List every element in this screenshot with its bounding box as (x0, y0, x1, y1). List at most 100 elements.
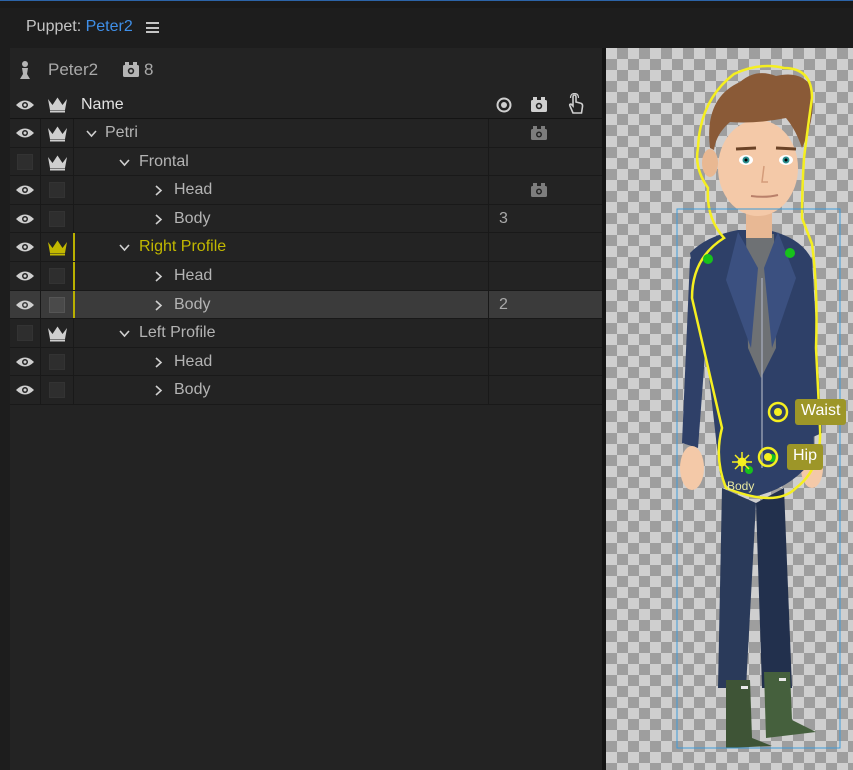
layer-row-frontal-head[interactable]: Head (10, 176, 602, 205)
panel-tab-bar: Puppet: Peter2 (0, 8, 853, 48)
crown-icon-active[interactable] (47, 239, 68, 256)
crown-toggle-off[interactable] (49, 267, 65, 284)
chevron-right-icon[interactable] (153, 214, 164, 225)
chevron-down-icon[interactable] (119, 328, 130, 339)
visibility-toggle-off[interactable] (17, 153, 33, 170)
layer-row-right-profile-head[interactable]: Head (10, 261, 602, 291)
pawn-icon (20, 61, 30, 79)
eye-icon[interactable] (15, 241, 35, 253)
puppet-panel: Peter2 8 Name Petri Frontal Head Body 3 … (10, 48, 602, 770)
crown-toggle-off[interactable] (49, 353, 65, 370)
crown-toggle-off[interactable] (49, 382, 65, 399)
crown-cell (41, 376, 74, 404)
target-column-icon[interactable] (496, 97, 512, 113)
behavior-column-icon[interactable] (530, 96, 548, 113)
behavior-icon (531, 183, 547, 198)
layer-label: Petri (105, 124, 138, 141)
puppet-name: Peter2 (48, 60, 99, 79)
layer-label: Right Profile (139, 238, 227, 256)
name-cell: Petri (74, 119, 489, 147)
eye-icon[interactable] (15, 213, 35, 225)
name-cell: Left Profile (74, 319, 489, 347)
visibility-cell (10, 376, 41, 404)
name-cell: Head (74, 261, 489, 290)
value-cell (489, 262, 602, 290)
value-cell (489, 348, 602, 376)
visibility-cell (10, 233, 41, 261)
tab-puppet-name: Peter2 (85, 18, 133, 35)
eye-icon[interactable] (15, 299, 35, 311)
name-cell: Body (74, 376, 489, 404)
name-cell: Body (74, 204, 489, 233)
eye-icon[interactable] (15, 184, 35, 196)
crown-icon[interactable] (47, 125, 68, 142)
crown-icon[interactable] (47, 154, 68, 171)
crown-toggle-off[interactable] (49, 210, 65, 227)
layer-row-petri[interactable]: Petri (10, 119, 602, 148)
handle-count: 2 (499, 295, 508, 313)
value-cell (489, 319, 602, 347)
visibility-toggle-off[interactable] (17, 325, 33, 342)
crown-toggle-off[interactable] (49, 296, 65, 313)
column-header: Name (10, 90, 602, 119)
eye-icon[interactable] (15, 270, 35, 282)
layer-row-left-profile[interactable]: Left Profile (10, 319, 602, 348)
eye-icon[interactable] (15, 356, 35, 368)
crown-column-icon[interactable] (47, 96, 68, 113)
layer-row-right-profile[interactable]: Right Profile (10, 233, 602, 262)
layer-label: Frontal (139, 152, 189, 170)
value-cell (489, 376, 602, 404)
puppet-header: Peter2 8 (10, 48, 602, 90)
chevron-right-icon[interactable] (153, 271, 164, 282)
layer-row-frontal[interactable]: Frontal (10, 147, 602, 177)
eye-icon[interactable] (15, 384, 35, 396)
name-cell: Right Profile (74, 233, 489, 261)
puppet-count: 8 (144, 60, 154, 79)
handle-count: 3 (499, 209, 508, 227)
value-cell (489, 119, 602, 147)
crown-cell (41, 147, 74, 176)
hamburger-menu-icon[interactable] (146, 22, 159, 33)
layer-label: Head (174, 181, 213, 199)
value-cell (489, 233, 602, 261)
layer-row-left-profile-body[interactable]: Body (10, 376, 602, 405)
chevron-right-icon[interactable] (153, 185, 164, 196)
crown-toggle-off[interactable] (49, 182, 65, 199)
crown-cell (41, 176, 74, 204)
chevron-right-icon[interactable] (153, 299, 164, 311)
panel-tab-title[interactable]: Puppet: Peter2 (26, 18, 133, 36)
layer-label: Body (174, 209, 211, 227)
visibility-cell (10, 119, 41, 147)
crown-cell (41, 347, 74, 376)
eye-column-icon[interactable] (15, 99, 35, 111)
chevron-down-icon[interactable] (86, 128, 97, 139)
layer-row-right-profile-body[interactable]: Body 2 (10, 290, 602, 320)
layer-row-frontal-body[interactable]: Body 3 (10, 204, 602, 234)
chevron-down-icon[interactable] (119, 157, 130, 168)
crown-cell (41, 204, 74, 233)
visibility-cell (10, 204, 41, 233)
puppet-stage-canvas[interactable]: Waist Hip Body (606, 48, 853, 770)
name-column-header[interactable]: Name (81, 96, 124, 114)
hip-handle-tag[interactable]: Hip (787, 444, 824, 470)
value-cell: 3 (489, 205, 602, 233)
hand-pointer-column-icon[interactable] (566, 93, 586, 115)
waist-handle-tag[interactable]: Waist (795, 399, 847, 425)
crown-icon[interactable] (47, 325, 68, 342)
visibility-cell (10, 290, 41, 319)
layer-row-left-profile-head[interactable]: Head (10, 347, 602, 377)
visibility-cell (10, 319, 41, 347)
visibility-cell (10, 347, 41, 376)
name-cell: Head (74, 347, 489, 376)
chevron-right-icon[interactable] (153, 357, 164, 368)
crown-cell (41, 319, 74, 347)
behavior-icon (531, 126, 547, 140)
chevron-down-icon[interactable] (119, 242, 130, 253)
layer-tree: Petri Frontal Head Body 3 Right Profile … (10, 119, 602, 405)
name-cell: Body (74, 290, 489, 319)
chevron-right-icon[interactable] (153, 385, 164, 396)
value-cell (489, 148, 602, 176)
name-cell: Head (74, 176, 489, 204)
layer-label: Body (174, 295, 211, 313)
eye-icon[interactable] (15, 127, 35, 139)
